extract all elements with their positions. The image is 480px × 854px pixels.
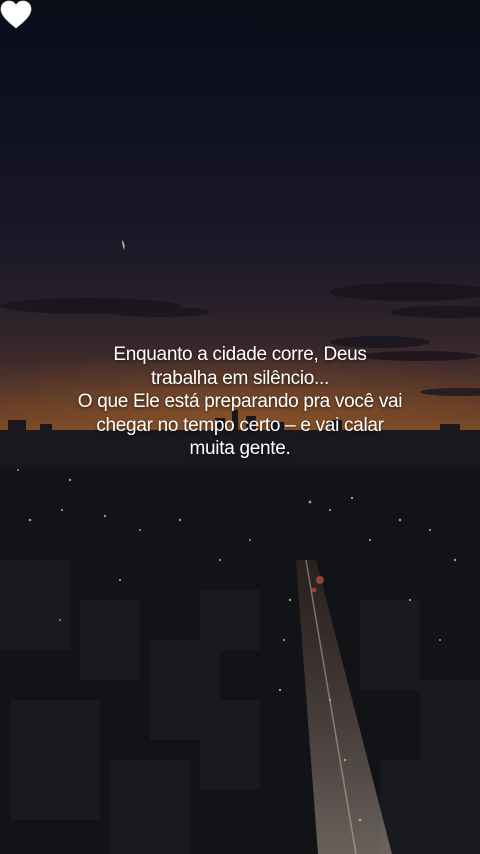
caption-line: chegar no tempo certo – e vai calar	[96, 414, 384, 436]
caption-line: trabalha em silêncio...	[151, 367, 329, 389]
caption-line: Enquanto a cidade corre, Deus	[113, 344, 367, 365]
background-photo: Enquanto a cidade corre, Deus trabalha e…	[0, 0, 480, 854]
caption-line: O que Ele está preparando pra você vai	[77, 391, 403, 412]
white-heart-icon	[0, 0, 32, 29]
caption-text: Enquanto a cidade corre, Deus trabalha e…	[40, 343, 440, 461]
caption-line: muita gente.	[189, 438, 291, 459]
